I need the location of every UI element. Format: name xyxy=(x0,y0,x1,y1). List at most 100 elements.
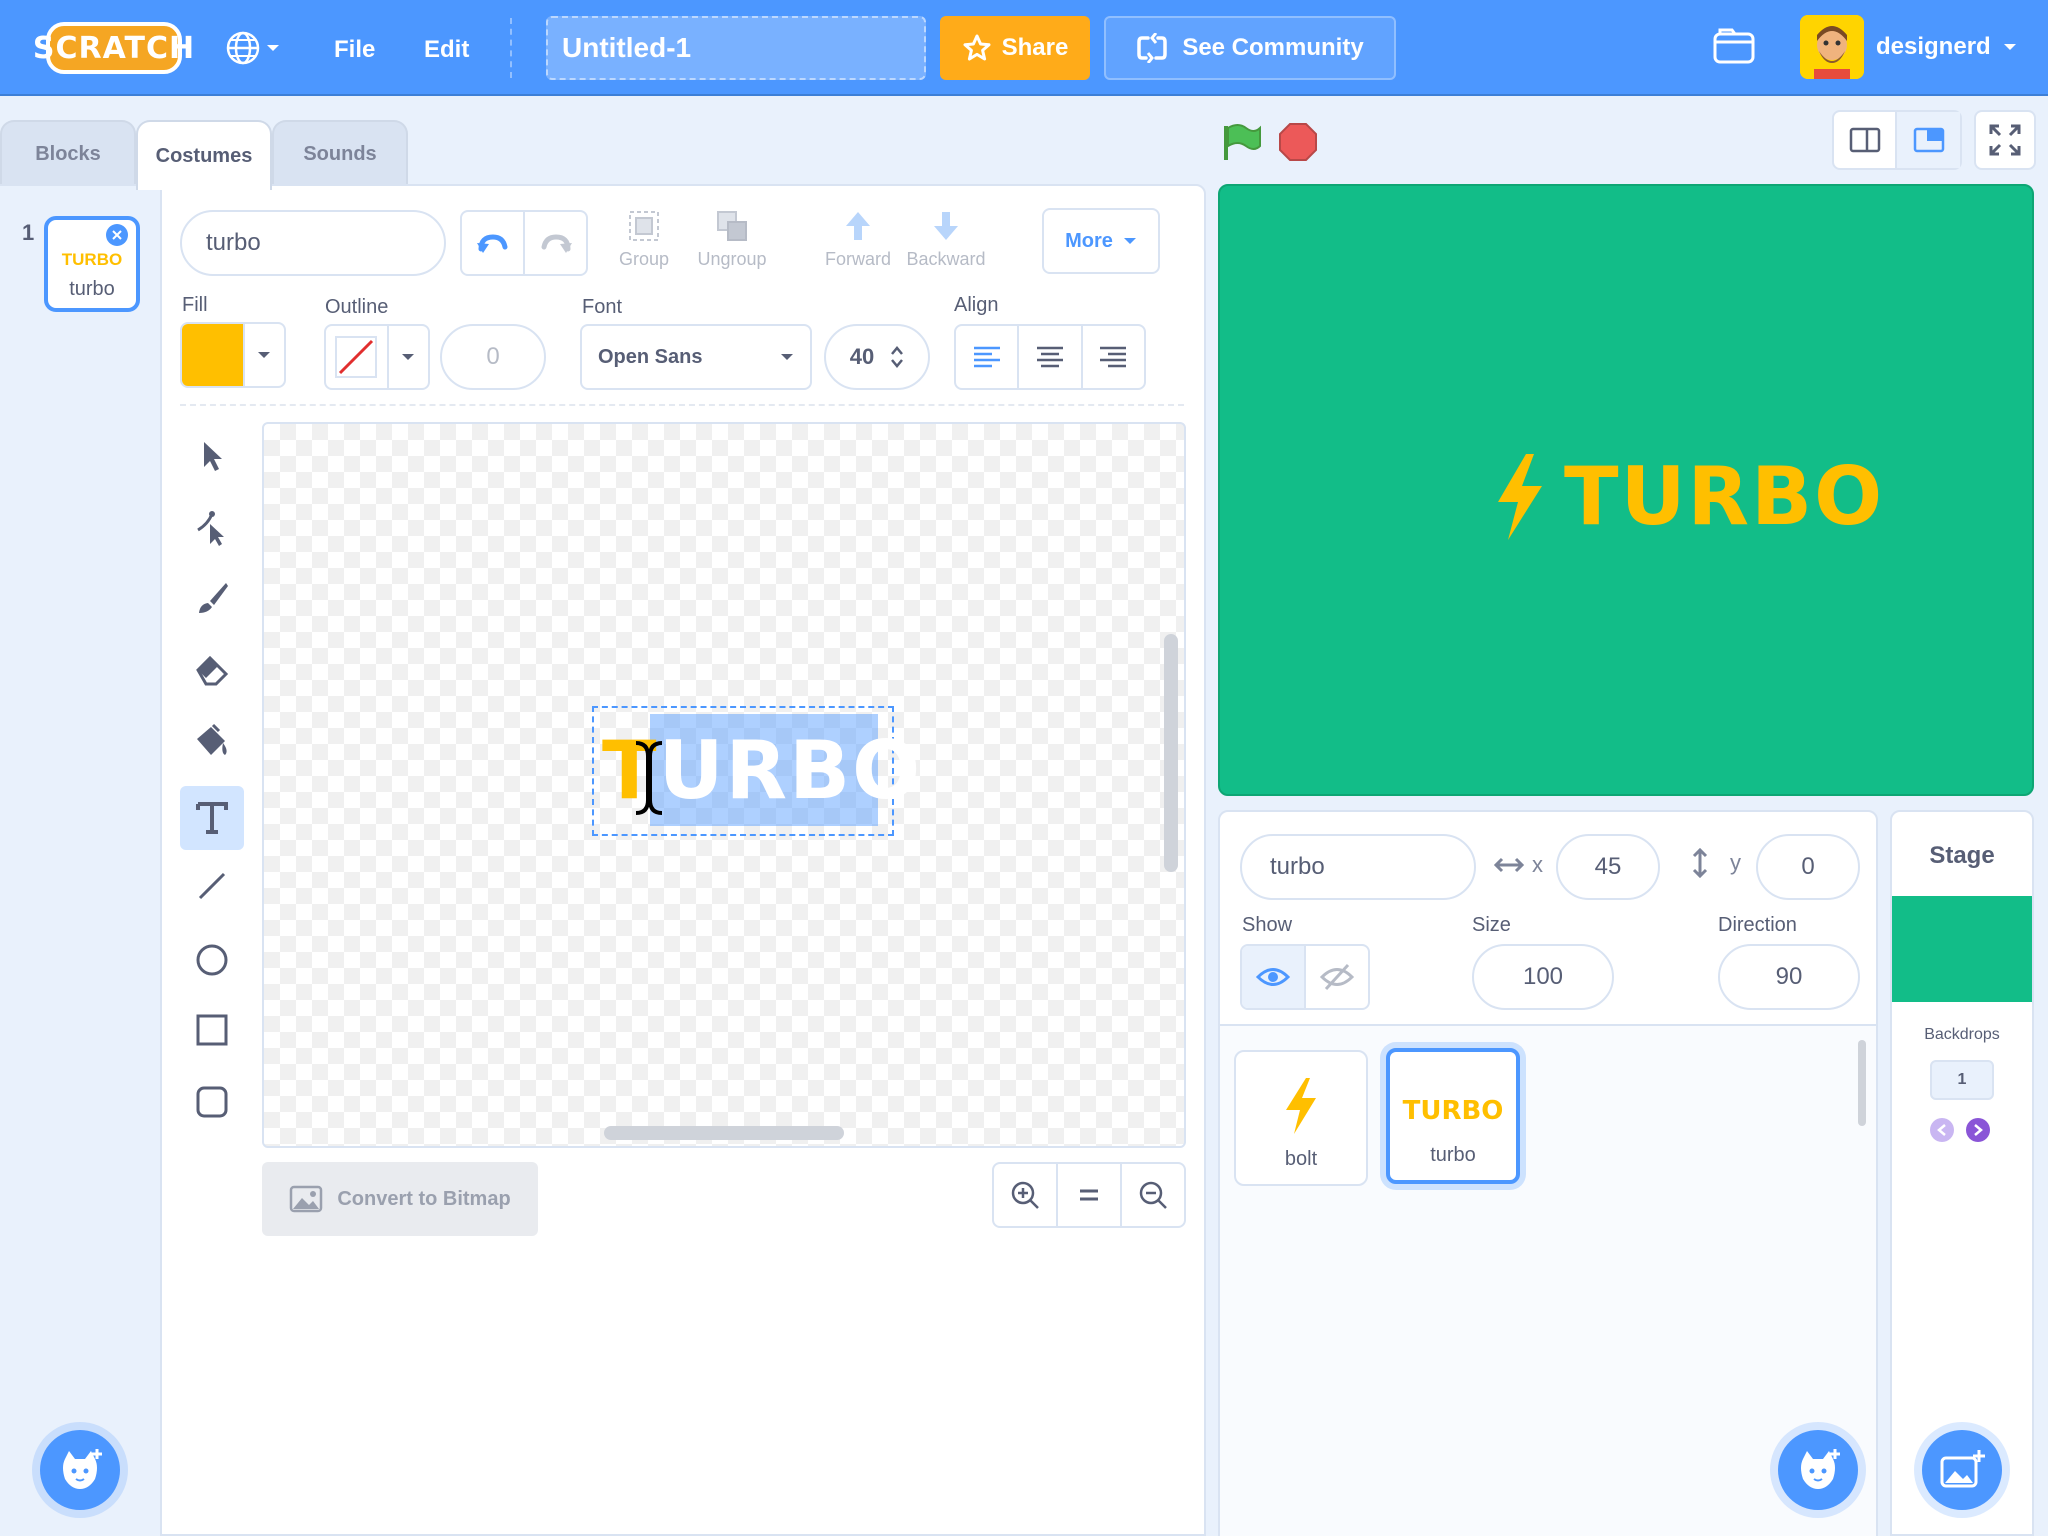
my-stuff-button[interactable] xyxy=(1712,26,1756,66)
circle-tool[interactable] xyxy=(188,936,236,984)
stage-thumbnail[interactable] xyxy=(1892,896,2032,1002)
tab-blocks[interactable]: Blocks xyxy=(0,120,136,186)
zoom-in-button[interactable] xyxy=(994,1164,1058,1226)
paint-canvas[interactable]: TURBO xyxy=(262,422,1186,1148)
forward-button[interactable]: Forward xyxy=(818,208,898,270)
hide-button[interactable] xyxy=(1306,946,1368,1008)
align-left-button[interactable] xyxy=(956,326,1020,388)
scratch-logo[interactable]: SCRATCH xyxy=(33,22,194,74)
ungroup-button[interactable]: Ungroup xyxy=(692,208,772,270)
align-right-button[interactable] xyxy=(1083,326,1144,388)
sprite-name-input[interactable]: turbo xyxy=(1240,834,1476,900)
line-tool[interactable] xyxy=(188,862,236,910)
rounded-rect-tool[interactable] xyxy=(188,1078,236,1126)
horizontal-scrollbar[interactable] xyxy=(604,1126,844,1140)
delete-costume-button[interactable] xyxy=(106,224,128,246)
see-community-button[interactable]: See Community xyxy=(1104,16,1396,80)
fullscreen-icon xyxy=(1989,124,2021,156)
zoom-out-button[interactable] xyxy=(1122,1164,1184,1226)
tab-sounds[interactable]: Sounds xyxy=(272,120,408,186)
zoom-controls xyxy=(992,1162,1186,1228)
costume-thumbnail[interactable]: TURBO turbo xyxy=(44,216,140,312)
more-label: More xyxy=(1065,229,1113,252)
caret-down-icon xyxy=(402,354,415,360)
file-menu[interactable]: File xyxy=(334,36,375,64)
more-button[interactable]: More xyxy=(1042,208,1160,274)
show-label: Show xyxy=(1242,914,1293,936)
font-select[interactable]: Open Sans xyxy=(580,324,812,390)
backdrops-label: Backdrops xyxy=(1924,1026,2000,1043)
fill-dropdown[interactable] xyxy=(245,324,284,386)
project-title-input[interactable]: Untitled-1 xyxy=(546,16,926,80)
align-center-icon xyxy=(1036,346,1063,368)
redo-button[interactable] xyxy=(525,212,586,274)
align-left-icon xyxy=(973,346,1000,368)
outline-width-input[interactable]: 0 xyxy=(440,324,546,390)
costume-name-input[interactable]: turbo xyxy=(180,210,446,276)
sprite-list-scrollbar[interactable] xyxy=(1858,1040,1866,1126)
stage-text: TURBO xyxy=(1564,450,1885,543)
rectangle-tool[interactable] xyxy=(188,1006,236,1054)
group-icon xyxy=(629,211,659,241)
direction-input[interactable]: 90 xyxy=(1718,944,1860,1010)
circle-icon xyxy=(196,944,228,976)
equals-icon xyxy=(1080,1189,1098,1201)
caret-down-icon xyxy=(2003,44,2016,50)
forward-label: Forward xyxy=(824,249,891,269)
font-size-stepper[interactable]: 40 xyxy=(824,324,930,390)
backdrop-next-button[interactable] xyxy=(1966,1118,1990,1142)
stage-size-toggle xyxy=(1832,110,1962,170)
vertical-scrollbar[interactable] xyxy=(1164,634,1178,872)
image-plus-icon xyxy=(1940,1450,1985,1488)
bolt-icon xyxy=(1498,454,1542,540)
eraser-tool[interactable] xyxy=(188,646,236,694)
eraser-icon xyxy=(196,655,229,686)
backward-button[interactable]: Backward xyxy=(902,208,990,270)
eye-icon xyxy=(1256,968,1290,986)
group-button[interactable]: Group xyxy=(612,208,676,270)
outline-picker[interactable] xyxy=(324,324,430,390)
fill-tool[interactable] xyxy=(188,718,236,766)
sprite-card[interactable]: bolt xyxy=(1234,1050,1368,1186)
language-menu[interactable] xyxy=(226,28,290,68)
show-button[interactable] xyxy=(1242,946,1306,1008)
tab-costumes[interactable]: Costumes xyxy=(136,120,272,190)
x-input[interactable]: 45 xyxy=(1556,834,1660,900)
redo-icon xyxy=(541,234,572,253)
large-stage-button[interactable] xyxy=(1897,112,1960,168)
reshape-tool[interactable] xyxy=(188,504,236,552)
small-stage-icon xyxy=(1849,127,1880,153)
green-flag-button[interactable] xyxy=(1220,122,1264,162)
fullscreen-button[interactable] xyxy=(1974,110,2036,170)
stage-canvas[interactable]: TURBO xyxy=(1218,184,2034,796)
align-center-button[interactable] xyxy=(1019,326,1083,388)
small-stage-button[interactable] xyxy=(1834,112,1898,168)
text-cursor-icon xyxy=(635,741,663,815)
sprite-card-selected[interactable]: TURBO turbo xyxy=(1386,1048,1520,1184)
zoom-in-icon xyxy=(1011,1181,1039,1209)
font-size-value: 40 xyxy=(849,344,875,369)
stop-button[interactable] xyxy=(1278,122,1318,162)
add-costume-button[interactable] xyxy=(40,1430,120,1510)
y-input[interactable]: 0 xyxy=(1756,834,1860,900)
username: designerd xyxy=(1876,33,1991,60)
brush-tool[interactable] xyxy=(188,574,236,622)
costume-list xyxy=(0,186,162,1536)
add-sprite-button[interactable] xyxy=(1778,1430,1858,1510)
backdrop-prev-button[interactable] xyxy=(1930,1118,1954,1142)
undo-button[interactable] xyxy=(462,212,525,274)
zoom-reset-button[interactable] xyxy=(1058,1164,1122,1226)
account-menu[interactable]: designerd xyxy=(1800,14,2020,80)
fill-picker[interactable] xyxy=(180,322,286,388)
caret-down-icon xyxy=(267,45,279,51)
size-input[interactable]: 100 xyxy=(1472,944,1614,1010)
outline-dropdown[interactable] xyxy=(389,326,428,388)
size-label: Size xyxy=(1472,914,1511,936)
edit-menu[interactable]: Edit xyxy=(424,36,469,64)
select-tool[interactable] xyxy=(188,432,236,480)
convert-to-bitmap-button[interactable]: Convert to Bitmap xyxy=(262,1162,538,1236)
sprite-name: turbo xyxy=(1430,1144,1476,1166)
stepper-arrows-icon xyxy=(891,346,904,368)
share-button[interactable]: Share xyxy=(940,16,1090,80)
add-backdrop-button[interactable] xyxy=(1922,1430,2002,1510)
